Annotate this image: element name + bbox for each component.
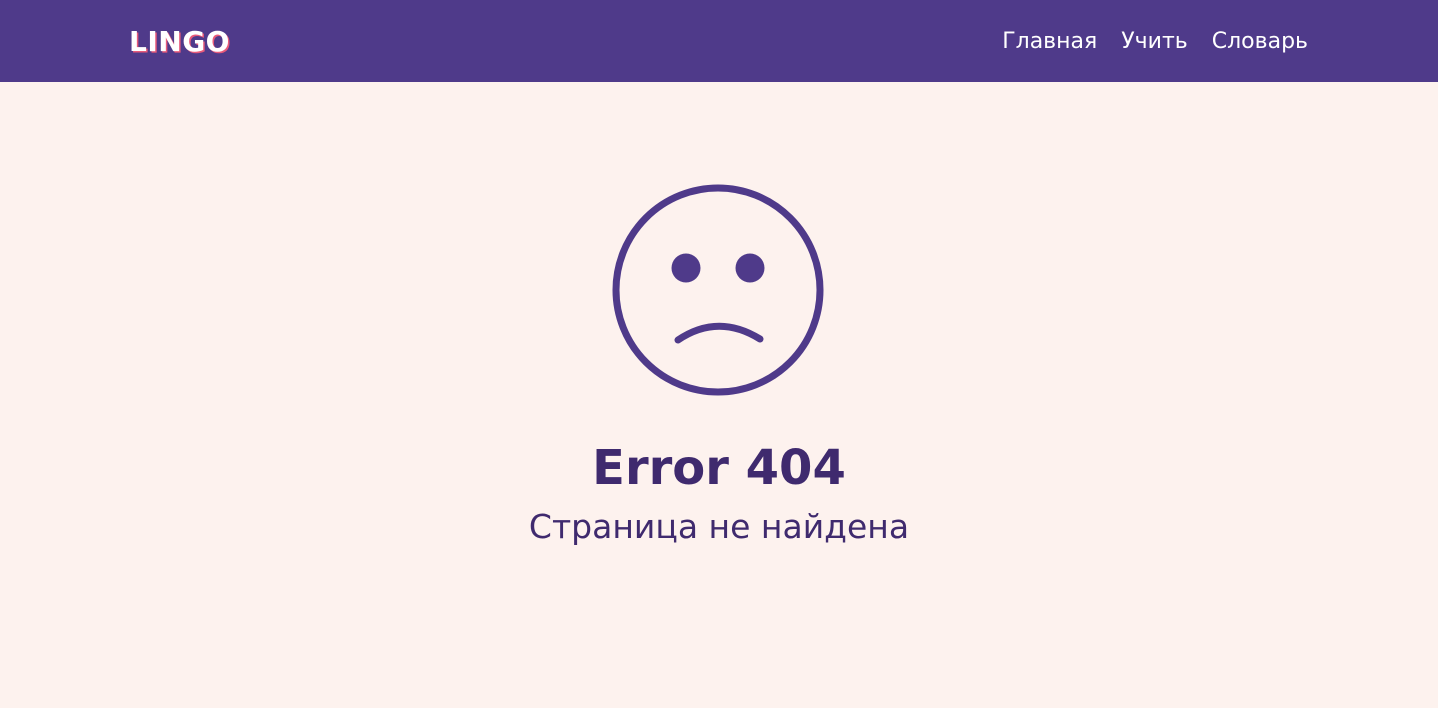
site-header: LINGO Главная Учить Словарь (0, 0, 1438, 82)
nav-link-dictionary[interactable]: Словарь (1212, 22, 1308, 62)
sad-face-icon (612, 184, 824, 396)
main-nav: Главная Учить Словарь (1002, 22, 1308, 62)
error-page-content: Error 404 Страница не найдена (0, 82, 1438, 708)
error-title: Error 404 (592, 440, 846, 496)
error-subtitle: Страница не найдена (528, 507, 910, 546)
logo-link[interactable]: LINGO (129, 22, 230, 62)
nav-link-learn[interactable]: Учить (1121, 22, 1187, 62)
nav-link-home[interactable]: Главная (1002, 22, 1097, 62)
